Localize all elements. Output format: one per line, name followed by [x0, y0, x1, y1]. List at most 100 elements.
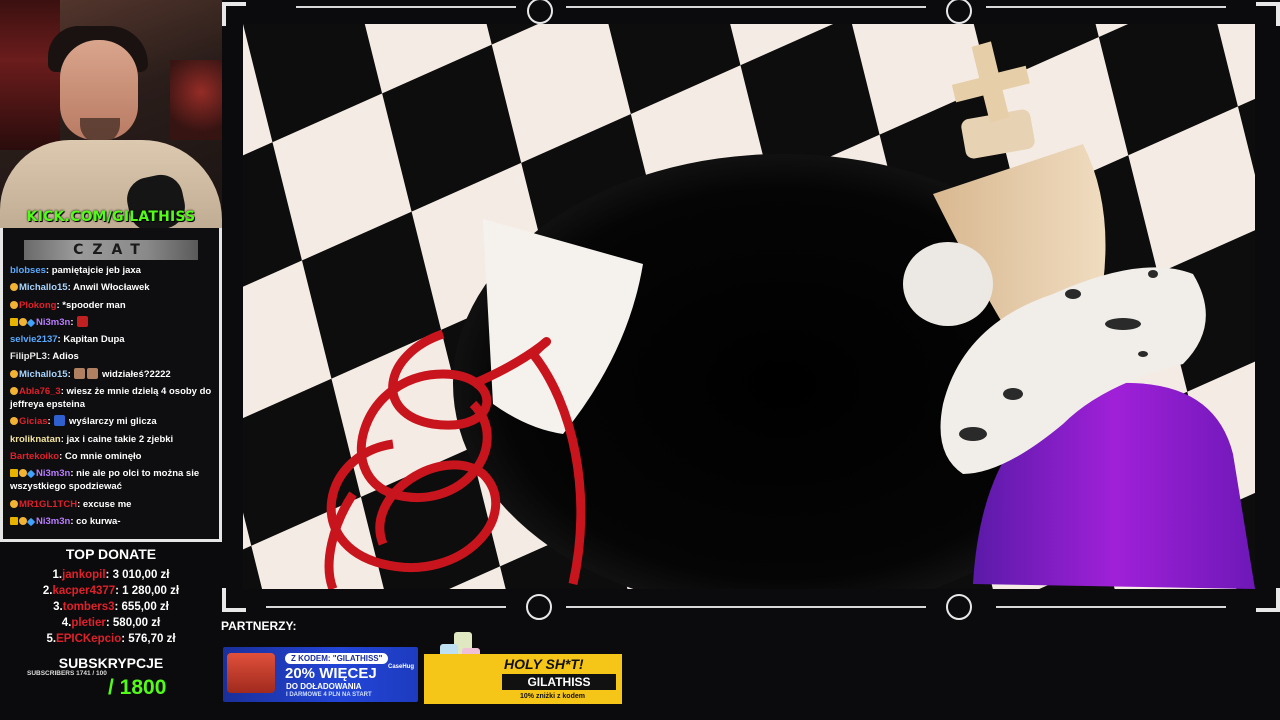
- donate-amount: : 655,00 zł: [114, 601, 169, 613]
- chat-username[interactable]: Ni3m3n: [36, 468, 70, 479]
- crown-badge-icon: [10, 317, 18, 326]
- frame-line-top-right: [986, 6, 1226, 8]
- treasure-chest-icon: [227, 653, 275, 693]
- donate-entry: 5.EPICKepcio: 576,70 zł: [0, 631, 222, 647]
- donor-name: EPICKepcio: [56, 633, 122, 645]
- chat-message-list: blobses: pamiętajcie jeb jaxa Michallo15:…: [10, 264, 216, 532]
- chat-username[interactable]: MR1GL1TCH: [19, 499, 77, 510]
- chat-title: CZAT: [24, 240, 198, 260]
- chat-username[interactable]: kroliknatan: [10, 434, 61, 445]
- coin-badge-icon: [10, 300, 18, 309]
- frame-line-top-left: [296, 6, 516, 8]
- coin-badge-icon: [10, 499, 18, 508]
- chat-message-text: excuse me: [82, 498, 132, 510]
- donate-rank: 1.: [52, 569, 63, 581]
- webcam-feed: [0, 0, 222, 228]
- chat-username[interactable]: Michallo15: [19, 369, 68, 380]
- chat-message: Abla76_3: wiesz że mnie dzielą 4 osoby d…: [10, 386, 212, 411]
- frame-line-bottom-left: [266, 606, 506, 608]
- chat-username[interactable]: Plokong: [19, 300, 56, 311]
- partner-banner-casehug[interactable]: Z KODEM: "GILATHISS" CaseHug 20% WIĘCEJ …: [223, 647, 418, 702]
- donate-amount: : 576,70 zł: [121, 633, 176, 645]
- chat-username[interactable]: selvie2137: [10, 334, 58, 345]
- chat-message: Michallo15: Anwil Włocławek: [10, 281, 216, 294]
- chat-username[interactable]: Michallo15: [19, 282, 68, 293]
- donate-rank: 5.: [46, 633, 57, 645]
- donate-entry: 1.jankopil: 3 010,00 zł: [0, 567, 222, 583]
- chat-message: kroliknatan: jax i caine takie 2 zjebki: [10, 433, 174, 445]
- banner1-extra: I DARMOWE 4 PLN NA START: [286, 692, 372, 698]
- frame-line-bottom-right: [996, 606, 1226, 608]
- partners-label: PARTNERZY:: [221, 619, 297, 633]
- banner2-sub: 10% zniżki z kodem: [520, 693, 585, 700]
- webcam-background-shelf: [0, 0, 60, 150]
- chat-username[interactable]: Abla76_3: [19, 386, 61, 397]
- chat-message: Ni3m3n:: [10, 315, 216, 329]
- frame-line-top-mid: [566, 6, 926, 8]
- chat-message: Ni3m3n: co kurwa-: [10, 515, 216, 528]
- donate-entry: 4.pletier: 580,00 zł: [0, 615, 222, 631]
- chat-message: Michallo15: widziałeś?2222: [10, 367, 216, 381]
- chat-message-text: Co mnie ominęło: [64, 450, 142, 462]
- chat-username[interactable]: Ni3m3n: [36, 516, 70, 527]
- chat-username[interactable]: blobses: [10, 265, 46, 276]
- car-emote: [54, 415, 66, 427]
- banner2-code: GILATHISS: [502, 674, 616, 690]
- chat-username[interactable]: Ni3m3n: [36, 317, 70, 328]
- chat-message: selvie2137: Kapitan Dupa: [10, 334, 125, 346]
- chat-username[interactable]: Bartekoiko: [10, 451, 59, 462]
- donor-name: tombers3: [62, 601, 115, 613]
- chat-username[interactable]: FilipPL3: [10, 351, 47, 362]
- chat-message-text: Adios: [52, 351, 79, 363]
- donor-name: pletier: [71, 617, 106, 629]
- subscriptions-counter: SUBSCRIBERS 1741 / 100: [27, 670, 107, 677]
- partner-banner-holy[interactable]: HOLY SH*T! GILATHISS 10% zniżki z kodem: [424, 654, 622, 704]
- banner2-headline: HOLY SH*T!: [504, 656, 584, 672]
- gem-badge-icon: [26, 517, 36, 527]
- crown-badge-icon: [10, 516, 18, 525]
- crown-badge-icon: [10, 469, 18, 478]
- chat-message-text: jax i caine takie 2 zjebki: [66, 433, 174, 445]
- frame-logo-icon: [527, 0, 553, 24]
- top-donate-title: TOP DONATE: [65, 546, 157, 562]
- chat-username[interactable]: Gicias: [19, 416, 48, 427]
- chat-message-text: *spooder man: [62, 299, 126, 311]
- chat-message-text: wyślarczy mi glicza: [66, 416, 157, 428]
- chat-message: Plokong: *spooder man: [10, 299, 216, 312]
- frame-corner-tr: [1256, 2, 1280, 26]
- donate-entry: 2.kacper4377: 1 280,00 zł: [0, 583, 222, 599]
- chat-message-text: co kurwa-: [76, 515, 121, 527]
- gem-badge-icon: [26, 318, 36, 328]
- donate-amount: : 1 280,00 zł: [115, 585, 180, 597]
- coin-badge-icon: [10, 369, 18, 378]
- banner1-sub: DO DOŁADOWANIA: [286, 682, 362, 691]
- frame-emblem-icon: [946, 0, 972, 24]
- subscriptions-goal: / 1800: [108, 676, 167, 699]
- channel-url: KICK.COM/GILATHISS: [26, 209, 196, 225]
- chat-message: Ni3m3n: nie ale po olci to można sie wsz…: [10, 468, 200, 493]
- frame-corner-bl: [222, 588, 246, 612]
- frame-line-bottom-mid: [566, 606, 926, 608]
- banner1-code: Z KODEM: "GILATHISS": [285, 653, 389, 664]
- webcam-background-light: [170, 60, 222, 140]
- chat-message-text: Anwil Włocławek: [73, 282, 150, 294]
- chat-message-text: Kapitan Dupa: [63, 334, 125, 346]
- face-emote: [87, 367, 99, 379]
- frame-corner-tl: [222, 2, 246, 26]
- donor-name: jankopil: [62, 569, 106, 581]
- subscriptions-title: SUBSKRYPCJE: [58, 655, 164, 671]
- chat-message: Bartekoiko: Co mnie ominęło: [10, 450, 142, 462]
- donate-amount: : 3 010,00 zł: [105, 569, 170, 581]
- gem-badge-icon: [26, 470, 36, 479]
- coin-badge-icon: [10, 417, 18, 426]
- donate-amount: : 580,00 zł: [105, 617, 161, 629]
- king-nose: [903, 242, 993, 326]
- donor-name: kacper4377: [52, 585, 116, 597]
- coin-badge-icon: [10, 283, 18, 292]
- banner1-headline: 20% WIĘCEJ: [285, 665, 377, 682]
- coin-badge-icon: [19, 317, 27, 326]
- chat-message-text: pamiętajcie jeb jaxa: [51, 265, 141, 276]
- game-viewport: [243, 24, 1255, 589]
- donate-rank: 4.: [61, 617, 72, 629]
- chat-message: FilipPL3: Adios: [10, 351, 79, 363]
